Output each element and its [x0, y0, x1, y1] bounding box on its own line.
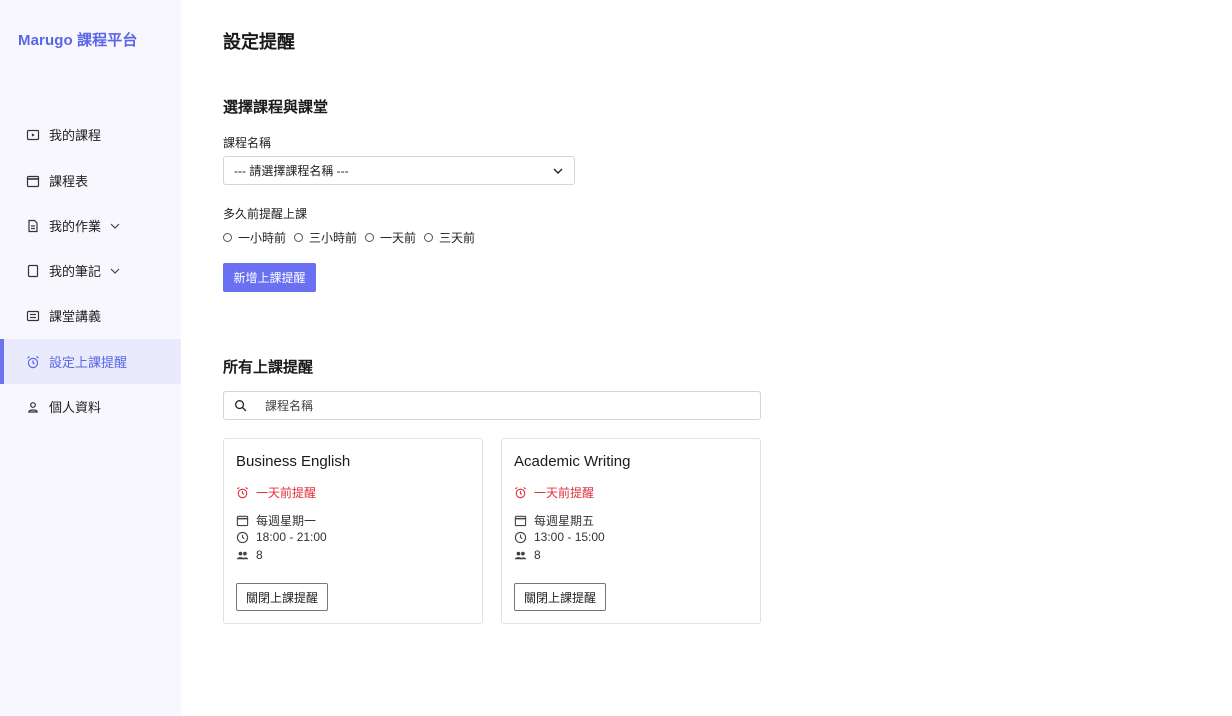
sidebar-item-handouts[interactable]: 課堂講義 [0, 293, 181, 338]
radio-button[interactable] [223, 233, 232, 242]
calendar-icon [236, 514, 249, 527]
radio-option-one-day[interactable]: 一天前 [365, 229, 416, 246]
sidebar-item-my-courses[interactable]: 我的課程 [0, 112, 181, 157]
course-select-value: --- 請選擇課程名稱 --- [234, 164, 349, 178]
sidebar-item-schedule[interactable]: 課程表 [0, 158, 181, 203]
sidebar-item-label: 個人資料 [49, 400, 102, 415]
user-icon [26, 400, 40, 414]
sidebar-item-my-homework[interactable]: 我的作業 [0, 203, 181, 248]
chevron-down-icon[interactable] [109, 220, 121, 232]
sidebar-item-label: 我的筆記 [49, 264, 102, 279]
course-select[interactable]: --- 請選擇課程名稱 --- [223, 156, 575, 185]
disable-reminder-button[interactable]: 關閉上課提醒 [236, 583, 329, 611]
search-icon [234, 399, 247, 412]
radio-label: 一天前 [380, 231, 417, 245]
sidebar: Marugo 課程平台 我的課程 課程表 我的作業 我的筆記 課堂講義 設定上課… [0, 0, 181, 716]
card-count-text: 8 [534, 548, 541, 562]
card-count-text: 8 [256, 548, 263, 562]
radio-option-one-hour[interactable]: 一小時前 [223, 229, 286, 246]
radio-option-three-days[interactable]: 三天前 [424, 229, 475, 246]
calendar-icon [26, 174, 40, 188]
people-icon [236, 549, 249, 562]
radio-label: 三天前 [439, 231, 476, 245]
notebook-icon [26, 264, 40, 278]
card-schedule-row: 每週星期一 [236, 512, 316, 529]
all-reminders-section-title: 所有上課提醒 [223, 359, 314, 376]
reminder-card: Academic Writing 一天前提醒 每週星期五 13:00 - 15:… [501, 438, 761, 624]
card-schedule-text: 每週星期一 [256, 514, 317, 528]
add-reminder-button[interactable]: 新增上課提醒 [223, 263, 316, 292]
search-box [223, 391, 761, 420]
sidebar-item-label: 課堂講義 [49, 309, 102, 324]
radio-button[interactable] [424, 233, 434, 242]
radio-option-three-hours[interactable]: 三小時前 [294, 229, 357, 246]
card-time-row: 13:00 - 15:00 [514, 530, 605, 544]
card-time-text: 18:00 - 21:00 [256, 530, 327, 544]
card-reminder-text: 一天前提醒 [534, 486, 595, 500]
disable-reminder-button[interactable]: 關閉上課提醒 [514, 583, 607, 611]
card-reminder-row: 一天前提醒 [514, 484, 594, 501]
alarm-clock-icon [514, 486, 527, 499]
play-video-icon [26, 128, 40, 142]
brand-logo[interactable]: Marugo 課程平台 [18, 29, 137, 50]
sidebar-item-label: 我的課程 [49, 128, 102, 143]
clock-icon [236, 531, 249, 544]
list-icon [26, 309, 40, 323]
radio-label: 一小時前 [238, 231, 287, 245]
remind-time-label: 多久前提醒上課 [223, 207, 308, 221]
main-content: 設定提醒 選擇課程與課堂 課程名稱 --- 請選擇課程名稱 --- 多久前提醒上… [223, 0, 1203, 716]
clock-icon [514, 531, 527, 544]
sidebar-item-label: 課程表 [49, 174, 89, 189]
radio-label: 三小時前 [309, 231, 358, 245]
radio-button[interactable] [294, 233, 304, 242]
card-count-row: 8 [514, 548, 541, 562]
calendar-icon [514, 514, 527, 527]
remind-time-radio-group: 一小時前 三小時前 一天前 三天前 [223, 229, 483, 246]
radio-button[interactable] [365, 233, 375, 242]
alarm-clock-icon [26, 355, 40, 369]
card-reminder-text: 一天前提醒 [256, 486, 317, 500]
chevron-down-icon[interactable] [109, 265, 121, 277]
card-time-text: 13:00 - 15:00 [534, 530, 605, 544]
card-reminder-row: 一天前提醒 [236, 484, 316, 501]
sidebar-item-set-reminder[interactable]: 設定上課提醒 [0, 339, 181, 384]
card-schedule-text: 每週星期五 [534, 514, 595, 528]
sidebar-item-profile[interactable]: 個人資料 [0, 384, 181, 429]
chevron-down-icon [552, 165, 564, 177]
app-root: Marugo 課程平台 我的課程 課程表 我的作業 我的筆記 課堂講義 設定上課… [0, 0, 1232, 716]
create-reminder-section-title: 選擇課程與課堂 [223, 99, 329, 116]
course-name-label: 課程名稱 [223, 136, 272, 150]
card-time-row: 18:00 - 21:00 [236, 530, 327, 544]
page-title: 設定提醒 [223, 32, 295, 52]
people-icon [514, 549, 527, 562]
alarm-clock-icon [236, 486, 249, 499]
document-icon [26, 219, 40, 233]
card-course-title: Business English [236, 453, 351, 470]
card-course-title: Academic Writing [514, 453, 631, 470]
sidebar-item-my-notes[interactable]: 我的筆記 [0, 248, 181, 293]
card-schedule-row: 每週星期五 [514, 512, 594, 529]
card-count-row: 8 [236, 548, 263, 562]
reminder-card: Business English 一天前提醒 每週星期一 18:00 - 21:… [223, 438, 483, 624]
sidebar-item-label: 我的作業 [49, 219, 102, 234]
search-input[interactable] [263, 397, 760, 414]
sidebar-item-label: 設定上課提醒 [49, 355, 128, 370]
